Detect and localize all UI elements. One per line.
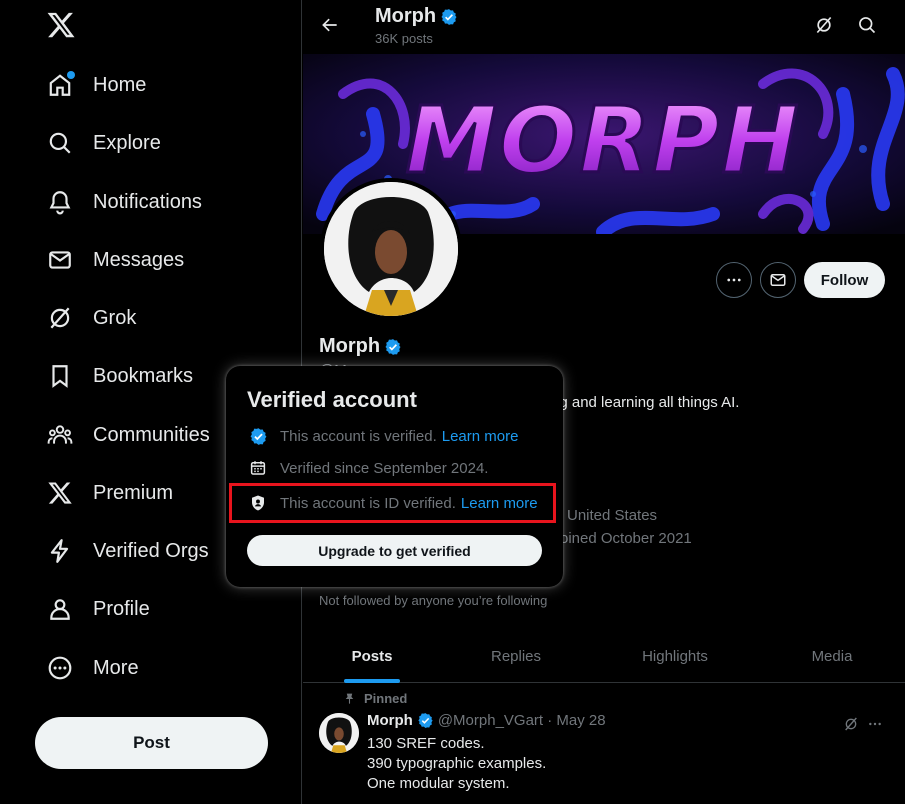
nav-bookmarks[interactable]: Bookmarks bbox=[46, 356, 193, 396]
nav-profile[interactable]: Profile bbox=[46, 589, 150, 629]
post-more-icon[interactable] bbox=[865, 714, 885, 734]
verified-badge-icon[interactable] bbox=[417, 712, 434, 729]
nav-messages[interactable]: Messages bbox=[46, 240, 184, 280]
tab-replies[interactable]: Replies bbox=[441, 630, 591, 683]
banner-text: MORPH bbox=[405, 87, 800, 194]
active-tab-indicator bbox=[344, 679, 400, 683]
popup-row-text: This account is verified. bbox=[280, 427, 437, 445]
profile-joined-date: oined October 2021 bbox=[560, 530, 692, 547]
popup-row-since: Verified since September 2024. bbox=[248, 457, 488, 479]
person-icon bbox=[46, 595, 74, 623]
nav-home[interactable]: Home bbox=[46, 65, 146, 105]
nav-messages-label: Messages bbox=[93, 248, 185, 271]
upgrade-verified-button[interactable]: Upgrade to get verified bbox=[247, 535, 542, 566]
profile-tabs: Posts Replies Highlights Media bbox=[303, 630, 905, 683]
post-text-line: 130 SREF codes. bbox=[367, 735, 485, 752]
nav-grok[interactable]: Grok bbox=[46, 298, 136, 338]
nav-premium[interactable]: Premium bbox=[46, 473, 173, 513]
envelope-icon bbox=[46, 246, 74, 274]
popup-row-text: Verified since September 2024. bbox=[280, 459, 489, 477]
pinned-label-row: Pinned bbox=[343, 691, 407, 706]
tab-media[interactable]: Media bbox=[759, 630, 905, 683]
more-circle-icon bbox=[46, 654, 74, 682]
home-icon bbox=[46, 71, 75, 99]
profile-name-row: Morph bbox=[319, 335, 402, 358]
pin-icon bbox=[345, 693, 354, 704]
message-button[interactable] bbox=[760, 262, 796, 298]
nav-notifications-label: Notifications bbox=[93, 190, 202, 213]
profile-bio: ng and learning all things AI. bbox=[551, 394, 740, 411]
verified-account-popup: Verified account This account is verifie… bbox=[226, 366, 563, 587]
grok-icon bbox=[46, 304, 74, 332]
search-icon[interactable] bbox=[855, 13, 879, 37]
verified-badge-icon bbox=[248, 426, 268, 446]
more-dots-icon bbox=[727, 278, 741, 282]
back-arrow-icon[interactable] bbox=[317, 12, 343, 38]
grok-icon[interactable] bbox=[812, 13, 836, 37]
post-text-line: 390 typographic examples. bbox=[367, 755, 547, 772]
pinned-post[interactable]: Pinned Morph @Morph_VGart · May 28 130 S… bbox=[303, 684, 905, 804]
calendar-icon bbox=[248, 458, 268, 478]
popup-title: Verified account bbox=[247, 387, 417, 412]
pinned-label: Pinned bbox=[364, 691, 408, 706]
nav-more[interactable]: More bbox=[46, 648, 139, 688]
bookmark-icon bbox=[46, 362, 74, 390]
profile-avatar[interactable] bbox=[320, 178, 462, 320]
nav-verified-orgs-label: Verified Orgs bbox=[93, 539, 209, 562]
learn-more-link[interactable]: Learn more bbox=[442, 428, 519, 445]
nav-grok-label: Grok bbox=[93, 306, 137, 329]
search-icon bbox=[46, 129, 74, 157]
nav-notifications[interactable]: Notifications bbox=[46, 182, 202, 222]
more-options-button[interactable] bbox=[716, 262, 752, 298]
notification-dot bbox=[67, 71, 75, 79]
verified-badge-icon[interactable] bbox=[384, 338, 402, 356]
annotation-highlight-box bbox=[229, 483, 556, 523]
x-logo-icon[interactable] bbox=[46, 10, 76, 40]
bell-icon bbox=[46, 188, 74, 216]
followed-by-info: Not followed by anyone you’re following bbox=[319, 593, 548, 608]
x-premium-icon bbox=[46, 479, 74, 507]
post-button[interactable]: Post bbox=[35, 717, 268, 769]
grok-icon[interactable] bbox=[841, 714, 861, 734]
nav-profile-label: Profile bbox=[93, 597, 150, 620]
nav-verified-orgs[interactable]: Verified Orgs bbox=[46, 531, 209, 571]
nav-explore[interactable]: Explore bbox=[46, 123, 161, 163]
follow-button[interactable]: Follow bbox=[804, 262, 885, 298]
post-header: Morph @Morph_VGart · May 28 bbox=[367, 712, 606, 729]
profile-header-bar: Morph 36K posts bbox=[303, 0, 905, 54]
header-title-row: Morph bbox=[375, 5, 458, 28]
post-handle-date: @Morph_VGart · May 28 bbox=[437, 712, 606, 729]
profile-name: Morph bbox=[319, 335, 381, 357]
verified-badge-icon bbox=[441, 8, 457, 25]
nav-bookmarks-label: Bookmarks bbox=[93, 364, 194, 387]
nav-more-label: More bbox=[93, 656, 139, 679]
tab-posts[interactable]: Posts bbox=[303, 630, 441, 683]
profile-location: United States bbox=[567, 507, 658, 524]
communities-icon bbox=[46, 421, 74, 449]
nav-home-label: Home bbox=[93, 73, 147, 96]
post-avatar[interactable] bbox=[319, 713, 359, 753]
header-posts-count: 36K posts bbox=[375, 31, 433, 46]
header-title: Morph bbox=[375, 5, 437, 27]
post-text-line: One modular system. bbox=[367, 775, 510, 792]
lightning-icon bbox=[46, 537, 74, 565]
nav-communities-label: Communities bbox=[93, 423, 210, 446]
post-author-name[interactable]: Morph bbox=[367, 712, 413, 729]
nav-communities[interactable]: Communities bbox=[46, 415, 210, 455]
nav-explore-label: Explore bbox=[93, 131, 161, 154]
nav-premium-label: Premium bbox=[93, 481, 174, 504]
popup-row-verified: This account is verified. Learn more bbox=[248, 425, 518, 447]
tab-highlights[interactable]: Highlights bbox=[591, 630, 759, 683]
envelope-icon bbox=[770, 274, 786, 286]
